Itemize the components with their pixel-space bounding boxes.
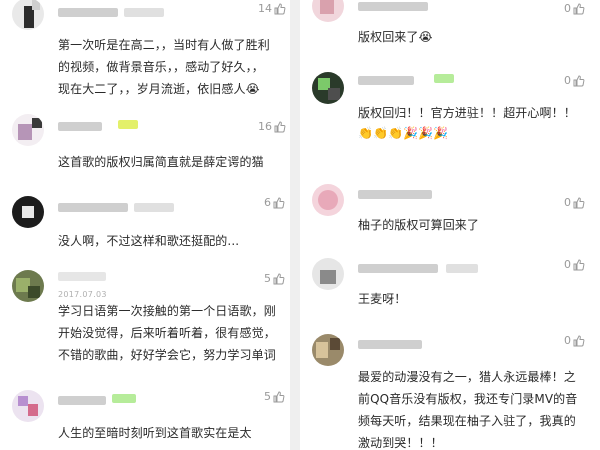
comment-column-right: 0 版权回来了😭 0 版权回归！！官方进驻！！超开心啊！！ 👏👏👏🎉🎉🎉 0 柚… (300, 0, 600, 450)
thumbs-up-icon (573, 74, 585, 87)
thumbs-up-icon (274, 2, 286, 15)
like-button[interactable]: 5 (264, 390, 285, 403)
username[interactable] (58, 8, 118, 17)
avatar[interactable] (312, 72, 344, 104)
username[interactable] (58, 122, 102, 131)
comment-item: 0 版权回归！！官方进驻！！超开心啊！！ 👏👏👏🎉🎉🎉 (300, 62, 600, 174)
username[interactable] (358, 190, 432, 199)
comment-date: 2017.07.03 (58, 290, 107, 299)
thumbs-up-icon (573, 2, 585, 15)
like-count: 5 (264, 390, 271, 403)
comment-text: 版权回来了😭 (358, 30, 433, 44)
username[interactable] (58, 203, 128, 212)
thumbs-up-icon (274, 120, 286, 133)
comment-text: 王麦呀！ (358, 292, 407, 306)
comment-item: 16 这首歌的版权归属简直就是薛定谔的猫 (0, 114, 290, 184)
comment-item: 0 王麦呀！ (300, 252, 600, 316)
comment-item: 2017.07.03 5 学习日语第一次接触的第一个日语歌，刚 开始没觉得，后来… (0, 264, 290, 382)
comment-item: 0 柚子的版权可算回来了 (300, 176, 600, 250)
vip-badge (118, 120, 138, 129)
like-count: 6 (264, 196, 271, 209)
vip-badge (112, 394, 136, 403)
username[interactable] (358, 76, 414, 85)
avatar[interactable] (12, 0, 44, 30)
like-count: 0 (564, 258, 571, 271)
like-button[interactable]: 0 (564, 196, 585, 209)
like-count: 0 (564, 2, 571, 15)
comment-item: 6 没人啊，不过这样和歌还挺配的... (0, 190, 290, 258)
comment-text: 学习日语第一次接触的第一个日语歌，刚 开始没觉得，后来听着听着，很有感觉， 不错… (58, 304, 276, 362)
comment-item: 0 版权回来了😭 (300, 0, 600, 54)
like-button[interactable]: 6 (264, 196, 285, 209)
thumbs-up-icon (573, 334, 585, 347)
crying-emoji-icon: 😭 (245, 82, 260, 96)
celebration-emoji-icon: 👏👏👏🎉🎉🎉 (358, 126, 449, 140)
like-button[interactable]: 0 (564, 258, 585, 271)
comment-column-left: 14 第一次听是在高二，，当时有人做了胜利 的视频，做背景音乐，，感动了好久，，… (0, 0, 290, 450)
username (124, 8, 164, 17)
comment-text: 没人啊，不过这样和歌还挺配的... (58, 234, 240, 248)
crying-emoji-icon: 😭 (418, 30, 433, 44)
like-button[interactable]: 5 (264, 272, 285, 285)
avatar[interactable] (12, 270, 44, 302)
avatar[interactable] (12, 114, 44, 146)
like-button[interactable]: 0 (564, 74, 585, 87)
username[interactable] (58, 272, 106, 281)
username (134, 203, 174, 212)
avatar[interactable] (312, 184, 344, 216)
comment-text: 第一次听是在高二，，当时有人做了胜利 的视频，做背景音乐，，感动了好久，， 现在… (58, 38, 270, 96)
like-count: 16 (258, 120, 272, 133)
comment-text: 人生的至暗时刻听到这首歌实在是太 (58, 426, 252, 440)
comment-item: 14 第一次听是在高二，，当时有人做了胜利 的视频，做背景音乐，，感动了好久，，… (0, 0, 290, 108)
username[interactable] (358, 2, 428, 11)
thumbs-up-icon (273, 272, 285, 285)
comment-text: 最爱的动漫没有之一，猎人永远最棒！之 前QQ音乐没有版权，我还专门录MV的音 频… (358, 370, 578, 450)
avatar[interactable] (312, 0, 344, 22)
comment-item: 5 人生的至暗时刻听到这首歌实在是太 (0, 384, 290, 450)
comment-text: 这首歌的版权归属简直就是薛定谔的猫 (58, 155, 264, 169)
username[interactable] (58, 396, 106, 405)
thumbs-up-icon (573, 258, 585, 271)
avatar[interactable] (12, 390, 44, 422)
username[interactable] (358, 264, 438, 273)
thumbs-up-icon (273, 196, 285, 209)
like-button[interactable]: 14 (258, 2, 286, 15)
like-count: 0 (564, 74, 571, 87)
like-count: 0 (564, 196, 571, 209)
username (446, 264, 478, 273)
avatar[interactable] (12, 196, 44, 228)
vip-badge (434, 74, 454, 83)
like-count: 5 (264, 272, 271, 285)
username[interactable] (358, 340, 422, 349)
like-button[interactable]: 16 (258, 120, 286, 133)
comment-text: 版权回归！！官方进驻！！超开心啊！！ (358, 106, 576, 120)
like-button[interactable]: 0 (564, 334, 585, 347)
comment-item: 0 最爱的动漫没有之一，猎人永远最棒！之 前QQ音乐没有版权，我还专门录MV的音… (300, 326, 600, 450)
comment-text: 柚子的版权可算回来了 (358, 218, 480, 232)
like-button[interactable]: 0 (564, 2, 585, 15)
thumbs-up-icon (573, 196, 585, 209)
like-count: 14 (258, 2, 272, 15)
like-count: 0 (564, 334, 571, 347)
avatar[interactable] (312, 334, 344, 366)
avatar[interactable] (312, 258, 344, 290)
thumbs-up-icon (273, 390, 285, 403)
